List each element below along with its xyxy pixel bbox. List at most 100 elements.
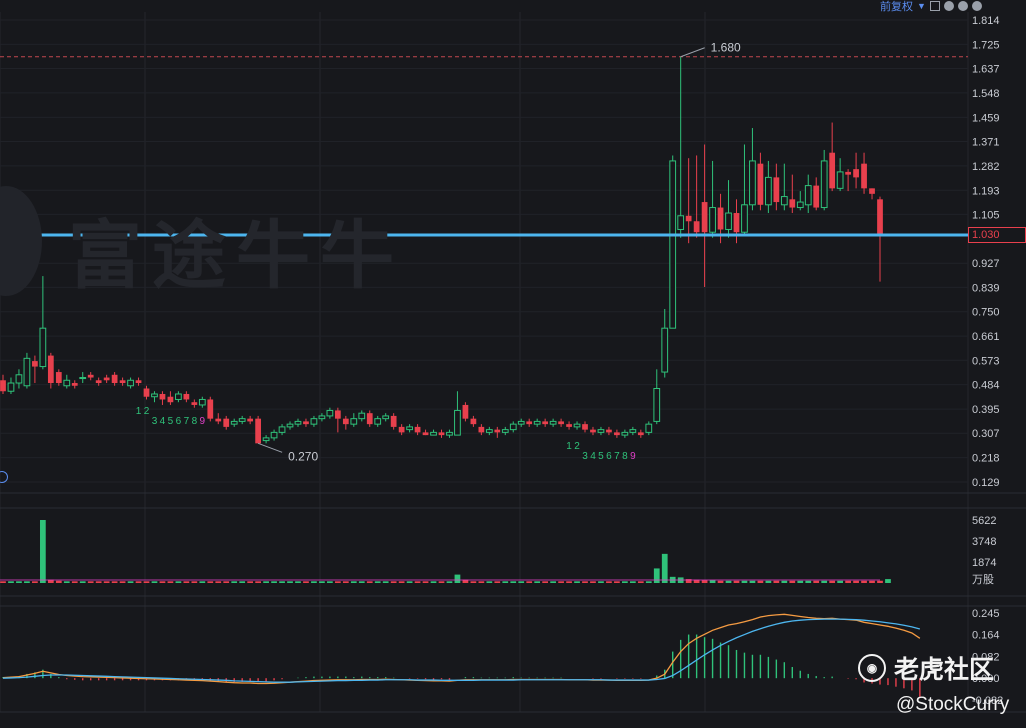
candle-body — [95, 380, 102, 384]
candle-body — [741, 204, 748, 233]
volume-bar — [8, 581, 14, 583]
td-count-a: 1 — [136, 406, 142, 417]
volume-bar — [478, 581, 485, 583]
price-axis-tick: 0.573 — [972, 355, 1000, 367]
td-count-a: 6 — [176, 416, 182, 427]
candle-body — [207, 399, 214, 419]
volume-bar — [32, 581, 38, 583]
candle-body — [215, 418, 222, 422]
zoom-out-icon[interactable] — [943, 1, 954, 11]
candle-body — [796, 201, 804, 209]
adjust-mode-select[interactable]: 前复权 — [880, 0, 913, 14]
candle-body — [861, 163, 867, 189]
volume-bar — [366, 581, 373, 583]
volume-bar — [414, 581, 421, 583]
candle-body — [198, 398, 206, 406]
candle-body — [135, 380, 142, 384]
volume-bar — [271, 581, 277, 583]
volume-bar — [805, 580, 812, 583]
tiger-logo-icon: ◉ — [858, 654, 886, 682]
candle-body — [733, 213, 740, 233]
volume-bar — [342, 581, 349, 583]
candle-body — [709, 207, 716, 233]
candle-body — [494, 429, 501, 433]
candle-body — [247, 418, 254, 422]
td-count-b: 7 — [614, 451, 620, 462]
candle-body — [223, 418, 230, 427]
macd-axis-tick: 0.164 — [972, 630, 1000, 642]
price-axis-tick: 0.750 — [972, 307, 1000, 319]
candle-body — [438, 432, 445, 436]
candle-body — [366, 413, 373, 425]
candle-body — [334, 410, 341, 419]
macd-dea-line — [2, 618, 921, 683]
candle-body — [629, 429, 637, 433]
volume-bar — [582, 581, 588, 583]
candle-body — [127, 379, 134, 387]
volume-bar — [167, 581, 174, 583]
price-axis-tick: 0.839 — [972, 282, 1000, 294]
volume-bar — [446, 581, 453, 583]
candle-body — [151, 393, 158, 398]
volume-bar — [550, 581, 556, 583]
volume-bar — [95, 581, 102, 583]
price-axis-tick: 1.282 — [972, 161, 1000, 173]
candle-body — [820, 160, 828, 209]
candle-body — [39, 327, 47, 368]
candle-body — [430, 431, 437, 436]
volume-bar — [701, 580, 708, 583]
price-axis-tick: 1.725 — [972, 39, 1000, 51]
volume-bar — [183, 581, 190, 583]
current-price-badge: 1.030 — [968, 227, 1026, 243]
candle-body — [701, 202, 708, 233]
volume-bar — [614, 581, 620, 583]
volume-bar — [247, 581, 254, 583]
candle-body — [167, 396, 174, 403]
candle-body — [303, 421, 309, 425]
volume-bar — [79, 581, 86, 583]
candle-body — [342, 418, 349, 425]
volume-bar — [382, 581, 389, 583]
volume-bar — [797, 580, 804, 583]
candle-body — [350, 418, 358, 425]
td-count-a: 9 — [200, 416, 206, 427]
volume-bar — [422, 581, 429, 583]
candle-body — [414, 426, 421, 433]
fullscreen-icon[interactable] — [929, 1, 940, 11]
volume-bar — [653, 568, 660, 583]
candle-body — [230, 420, 238, 425]
candle-body — [509, 423, 517, 431]
candle-body — [406, 426, 413, 431]
stock-chart[interactable]: 1.814 1.725 1.637 1.548 1.459 1.371 1.282 1.193… — [0, 0, 1026, 728]
candle-body — [318, 415, 326, 420]
td-count-a: 2 — [144, 406, 150, 417]
candle-body — [645, 423, 653, 433]
settings-icon[interactable] — [957, 1, 968, 11]
chevron-down-icon[interactable]: ▼ — [917, 1, 926, 11]
volume-bar — [287, 581, 293, 583]
price-axis-tick: 1.371 — [972, 136, 1000, 148]
volume-bar — [877, 580, 883, 583]
candle-body — [0, 380, 6, 392]
candle-body — [749, 160, 756, 206]
volume-bar — [566, 581, 572, 583]
volume-bar — [717, 580, 724, 583]
volume-bar — [534, 581, 541, 583]
candle-body — [454, 409, 461, 436]
volume-bar — [749, 580, 756, 583]
volume-bar — [63, 581, 70, 583]
candle-body — [294, 420, 302, 425]
zoom-in-icon[interactable] — [971, 1, 982, 11]
candle-body — [111, 374, 118, 384]
volume-bar — [303, 581, 309, 583]
candle-body — [183, 393, 190, 400]
td-count-b: 2 — [574, 441, 580, 452]
volume-bar — [55, 580, 62, 583]
price-axis-tick: 1.548 — [972, 88, 1000, 100]
candle-body — [542, 421, 549, 425]
volume-bar — [661, 553, 668, 583]
candle-body — [119, 380, 126, 384]
candle-body — [326, 409, 334, 417]
candle-body — [836, 171, 844, 189]
volume-bar — [813, 580, 820, 583]
